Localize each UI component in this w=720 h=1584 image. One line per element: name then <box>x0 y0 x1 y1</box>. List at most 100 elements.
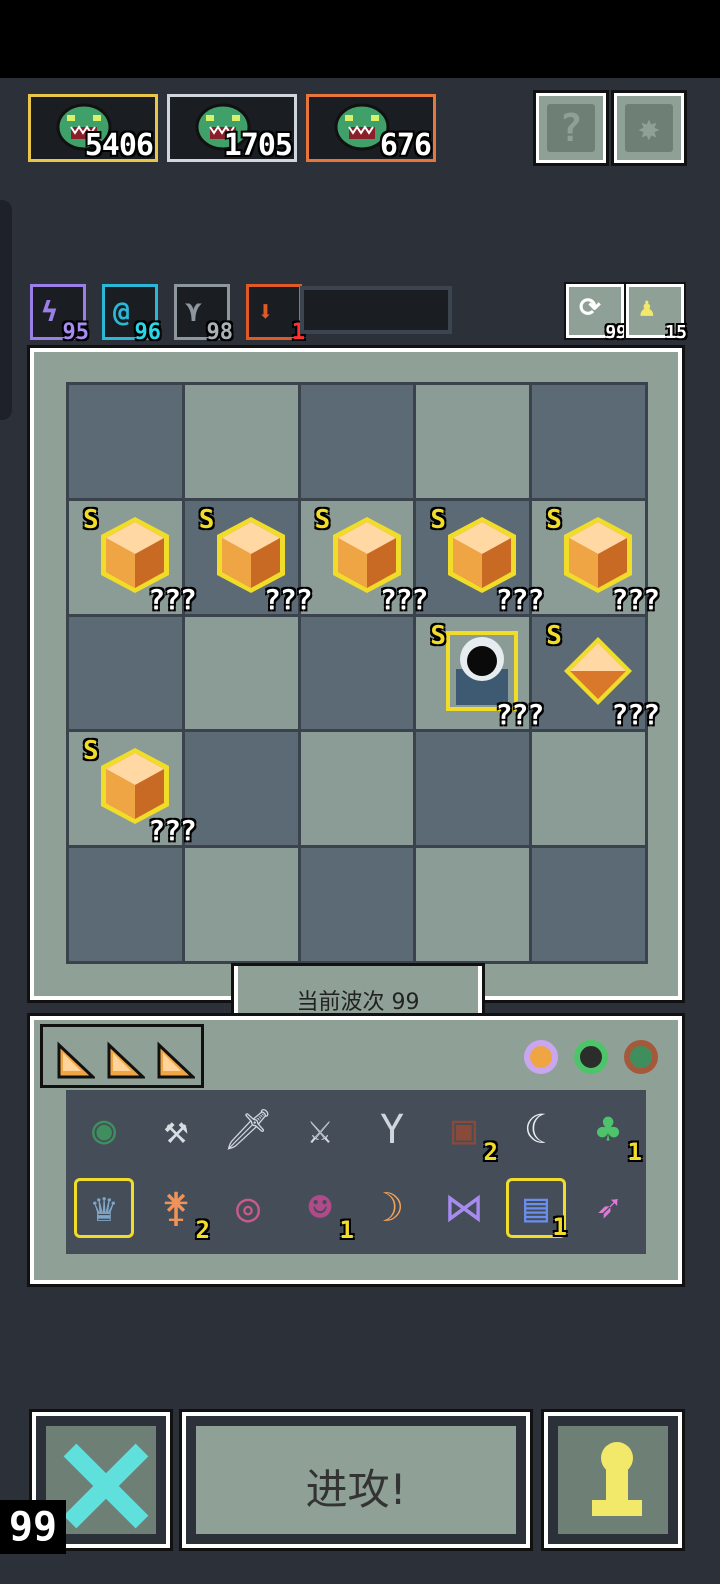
item-count: 2 <box>195 1216 210 1244</box>
inventory-item[interactable]: ▣ 2 <box>434 1100 498 1166</box>
inventory-item[interactable]: ◉ <box>74 1100 134 1160</box>
unit-piece[interactable]: S??? <box>416 501 544 616</box>
help-button[interactable]: ? <box>533 90 609 166</box>
item-count: 2 <box>483 1138 498 1166</box>
inventory-item[interactable]: ▤ 1 <box>506 1178 567 1241</box>
status-bar <box>0 0 720 78</box>
board-cell[interactable] <box>532 385 645 498</box>
settings-button[interactable]: ✸ <box>611 90 687 166</box>
board-cell[interactable] <box>184 848 298 961</box>
board-cell[interactable] <box>184 732 298 846</box>
board-grid: S??? S??? S??? S??? S??? S??? S??? S??? <box>66 382 660 964</box>
buff-slot[interactable]: ϟ 95 <box>30 284 89 345</box>
board-cell[interactable]: S??? <box>532 616 660 732</box>
unit-piece[interactable]: S??? <box>301 501 429 616</box>
unknown-label: ??? <box>611 582 660 616</box>
board-cell[interactable] <box>416 385 530 498</box>
rank-badge: S <box>430 620 447 651</box>
board-cell[interactable]: S??? <box>184 500 313 616</box>
unit-piece[interactable]: S??? <box>185 501 313 616</box>
rank-badge: S <box>546 504 562 535</box>
reroll-button[interactable]: ⟳ 99 <box>564 282 627 343</box>
inventory-item[interactable]: ♛ <box>74 1178 134 1238</box>
inventory-item[interactable]: ⚒ <box>146 1100 206 1160</box>
board-cell[interactable] <box>300 385 414 498</box>
board-cell[interactable] <box>184 385 298 498</box>
board-cell[interactable] <box>300 848 414 961</box>
ring-tab[interactable] <box>506 1024 672 1088</box>
gear-icon: ✸ <box>625 104 673 152</box>
inventory-item[interactable]: ♣ 1 <box>578 1100 642 1166</box>
boomerang-icon: ☽ <box>379 1185 405 1231</box>
inventory-item[interactable]: Y <box>362 1100 422 1160</box>
ring-icon <box>624 1040 658 1074</box>
bat-wing-icon: ⋈ <box>444 1185 484 1231</box>
unit-piece[interactable]: S??? <box>69 732 197 847</box>
board-cell[interactable] <box>69 385 182 498</box>
board-cell[interactable]: S??? <box>69 500 197 616</box>
unknown-label: ??? <box>148 814 197 848</box>
rank-badge: S <box>83 736 99 767</box>
fps-counter: 99 <box>0 1500 66 1554</box>
spiral-icon: @ <box>113 295 130 328</box>
lightning-icon: ϟ <box>41 295 58 328</box>
pawn-count-button[interactable]: ♟ 15 <box>624 282 687 343</box>
shard-tab[interactable] <box>40 1024 204 1088</box>
enemy-count: 5406 <box>84 128 154 163</box>
unknown-label: ??? <box>495 698 545 732</box>
buff-slot[interactable]: ⋎ 98 <box>174 284 233 345</box>
buff-value: 96 <box>134 320 162 345</box>
slingshot-icon: Y <box>379 1107 405 1153</box>
buff-slot[interactable]: @96 <box>102 284 161 345</box>
unit-piece[interactable]: S??? <box>532 501 660 616</box>
potion-jar-icon: ▤ <box>523 1185 549 1231</box>
board-cell[interactable] <box>416 848 530 961</box>
totem-icon: ▣ <box>451 1107 477 1153</box>
unknown-label: ??? <box>264 582 313 616</box>
reroll-icon: ⟳ <box>579 293 601 323</box>
board-cell[interactable] <box>416 732 530 846</box>
item-count: 1 <box>339 1216 354 1244</box>
buff-slot[interactable]: ⬇ 1 <box>246 284 305 345</box>
attack-label: 进攻! <box>305 1465 407 1514</box>
board-cell[interactable] <box>69 616 182 730</box>
pawn-button[interactable] <box>541 1409 685 1551</box>
inventory-item[interactable]: ☽ <box>362 1178 422 1238</box>
board-cell[interactable] <box>300 732 414 846</box>
pawn-icon <box>592 1442 642 1516</box>
inventory-item[interactable]: ⋈ <box>434 1178 494 1238</box>
tool-value: 15 <box>665 322 687 343</box>
board-cell[interactable] <box>532 848 645 961</box>
arrow-icon: ➶ <box>595 1185 621 1231</box>
rank-badge: S <box>198 504 215 535</box>
unknown-label: ??? <box>611 698 660 732</box>
pawn-icon: ♟ <box>639 293 655 323</box>
inventory-item[interactable]: 🗡 <box>218 1100 278 1160</box>
board-cell[interactable] <box>69 848 182 961</box>
enemy-count: 1705 <box>223 128 293 163</box>
board-cell[interactable]: S??? <box>416 500 544 616</box>
inventory-item[interactable]: ☾ <box>506 1100 566 1160</box>
board-cell[interactable] <box>184 616 298 730</box>
unit-piece[interactable]: S??? <box>532 617 660 732</box>
inventory-item[interactable]: ◎ <box>218 1178 278 1238</box>
board-cell[interactable] <box>300 616 414 730</box>
unit-piece[interactable]: S??? <box>416 617 544 732</box>
shard-icon <box>157 1041 195 1079</box>
inventory-item[interactable]: ⚔ <box>290 1100 350 1160</box>
unknown-label: ??? <box>379 582 429 616</box>
eye-amulet-icon: ◎ <box>235 1185 261 1231</box>
board-cell[interactable]: S??? <box>69 732 197 847</box>
fire-arrow-icon: ⬇ <box>257 295 274 328</box>
rank-badge: S <box>546 620 562 651</box>
inventory-item[interactable]: ➶ <box>578 1178 638 1238</box>
board-cell[interactable] <box>532 732 645 846</box>
attack-button[interactable]: 进攻! <box>179 1409 533 1551</box>
unit-piece[interactable]: S??? <box>69 501 197 616</box>
turtle-shell-icon: ◉ <box>91 1107 117 1153</box>
board-cell[interactable]: S??? <box>300 500 429 616</box>
board-cell[interactable]: S??? <box>416 616 544 732</box>
inventory-item[interactable]: ☻ 1 <box>290 1178 354 1244</box>
inventory-item[interactable]: ⚵ 2 <box>146 1178 210 1244</box>
board-cell[interactable]: S??? <box>532 500 660 616</box>
